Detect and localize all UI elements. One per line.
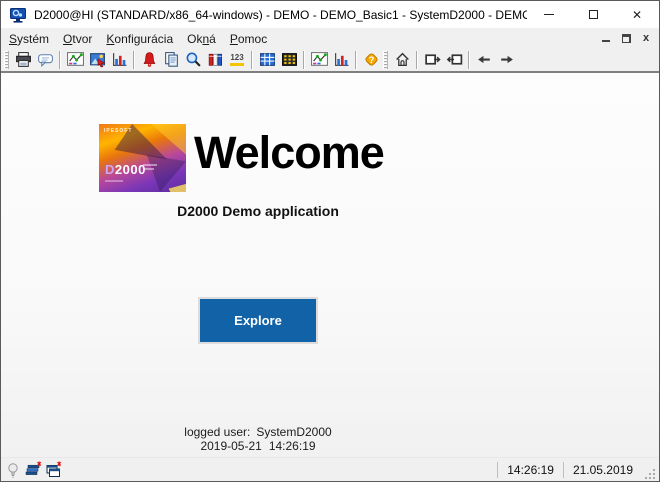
menubar: Systém Otvor Konfigurácia Okná Pomoc x [1, 29, 659, 48]
close-window-button[interactable] [443, 49, 465, 71]
mdi-minimize-button[interactable] [599, 32, 613, 45]
statusbar-time: 14:26:19 [499, 463, 562, 477]
home-icon [394, 51, 411, 68]
menu-pomoc[interactable]: Pomoc [223, 30, 274, 48]
caption-buttons: ✕ [527, 1, 659, 28]
logged-user-label: logged user: [184, 425, 250, 439]
open-window-icon [424, 51, 441, 68]
toolbar-grip-2[interactable] [383, 51, 388, 69]
statusbar-separator [497, 462, 498, 478]
home-button[interactable] [391, 49, 413, 71]
toolbar-separator [251, 51, 253, 69]
help-icon: ? [363, 51, 380, 68]
svg-text:?: ? [368, 55, 374, 66]
mdi-minimize-icon [602, 40, 610, 42]
app-subtitle: D2000 Demo application [1, 203, 515, 219]
print-icon [15, 51, 32, 68]
toolbar-separator [303, 51, 305, 69]
magnifier-icon [185, 51, 202, 68]
table-button[interactable] [256, 49, 278, 71]
login-time: 14:26:19 [269, 439, 316, 453]
open-window-button[interactable] [421, 49, 443, 71]
table-icon [259, 51, 276, 68]
menu-otvor[interactable]: Otvor [56, 30, 99, 48]
logs-button[interactable] [204, 49, 226, 71]
table-colored-button[interactable] [278, 49, 300, 71]
maximize-button[interactable] [571, 1, 615, 28]
app-window: D2000@HI (STANDARD/x86_64-windows) - DEM… [0, 0, 660, 482]
minimize-icon [544, 14, 554, 15]
lightbulb-icon [5, 461, 21, 479]
toolbar-separator [416, 51, 418, 69]
magnifier-button[interactable] [182, 49, 204, 71]
mdi-restore-icon [622, 34, 631, 43]
alarm-bell-icon [141, 51, 158, 68]
titlebar: D2000@HI (STANDARD/x86_64-windows) - DEM… [1, 1, 659, 29]
client-area: IPESOFT D2000 Welcome D2000 Demo applica… [1, 72, 659, 457]
copy-icon [163, 51, 180, 68]
back-arrow-icon [476, 51, 493, 68]
statusbar-separator [563, 462, 564, 478]
statusbar-lightbulb-button[interactable] [3, 460, 23, 480]
bar-chart-button-2[interactable] [330, 49, 352, 71]
close-button[interactable]: ✕ [615, 1, 659, 28]
mdi-window-buttons: x [599, 32, 659, 45]
comment-button[interactable] [34, 49, 56, 71]
toolbar-separator [133, 51, 135, 69]
toolbar: 123 [1, 48, 659, 72]
logged-user-value: SystemD2000 [256, 425, 331, 439]
values-123-icon: 123 [230, 54, 243, 66]
alarm-button[interactable] [138, 49, 160, 71]
help-button[interactable]: ? [360, 49, 382, 71]
bar-chart-icon [333, 51, 350, 68]
toolbar-separator [355, 51, 357, 69]
graph-button[interactable] [64, 49, 86, 71]
statusbar-windows-stack-button[interactable] [43, 460, 63, 480]
resize-grip[interactable] [643, 467, 657, 481]
explore-button[interactable]: Explore [198, 297, 318, 344]
close-icon: ✕ [632, 9, 642, 21]
d2000-logo: IPESOFT D2000 [99, 124, 186, 192]
mdi-restore-button[interactable] [619, 32, 633, 45]
logo-brand-text: IPESOFT [104, 128, 132, 134]
back-button[interactable] [473, 49, 495, 71]
close-window-icon [446, 51, 463, 68]
bar-chart-icon [111, 51, 128, 68]
statusbar-schemes-stack-button[interactable] [23, 460, 43, 480]
welcome-title: Welcome [194, 127, 384, 179]
windows-stack-icon [44, 461, 62, 479]
toolbar-separator [59, 51, 61, 69]
logs-books-icon [207, 51, 224, 68]
comment-icon [37, 51, 54, 68]
print-button[interactable] [12, 49, 34, 71]
values-button[interactable]: 123 [226, 49, 248, 71]
scheme-button[interactable] [86, 49, 108, 71]
copy-button[interactable] [160, 49, 182, 71]
schemes-stack-icon [24, 461, 42, 479]
menu-system[interactable]: Systém [2, 30, 56, 48]
menu-okna[interactable]: Okná [180, 30, 223, 48]
logged-user-row: logged user: SystemD2000 [1, 425, 515, 439]
logo-product-text: D2000 [105, 162, 146, 177]
forward-button[interactable] [495, 49, 517, 71]
login-datetime-row: 2019-05-21 14:26:19 [1, 439, 515, 453]
statusbar-date: 21.05.2019 [565, 463, 641, 477]
statusbar: 14:26:19 21.05.2019 [1, 457, 659, 481]
table-colored-icon [281, 51, 298, 68]
maximize-icon [589, 10, 598, 19]
login-date: 2019-05-21 [200, 439, 261, 453]
graph-icon [67, 51, 84, 68]
window-title: D2000@HI (STANDARD/x86_64-windows) - DEM… [34, 8, 527, 22]
forward-arrow-icon [498, 51, 515, 68]
toolbar-separator [468, 51, 470, 69]
graph-icon [311, 51, 328, 68]
scheme-icon [89, 51, 106, 68]
toolbar-grip[interactable] [4, 51, 9, 69]
graph-button-2[interactable] [308, 49, 330, 71]
bar-chart-button[interactable] [108, 49, 130, 71]
mdi-close-button[interactable]: x [639, 32, 653, 45]
minimize-button[interactable] [527, 1, 571, 28]
app-icon [9, 6, 27, 24]
menu-konfiguracia[interactable]: Konfigurácia [99, 30, 180, 48]
